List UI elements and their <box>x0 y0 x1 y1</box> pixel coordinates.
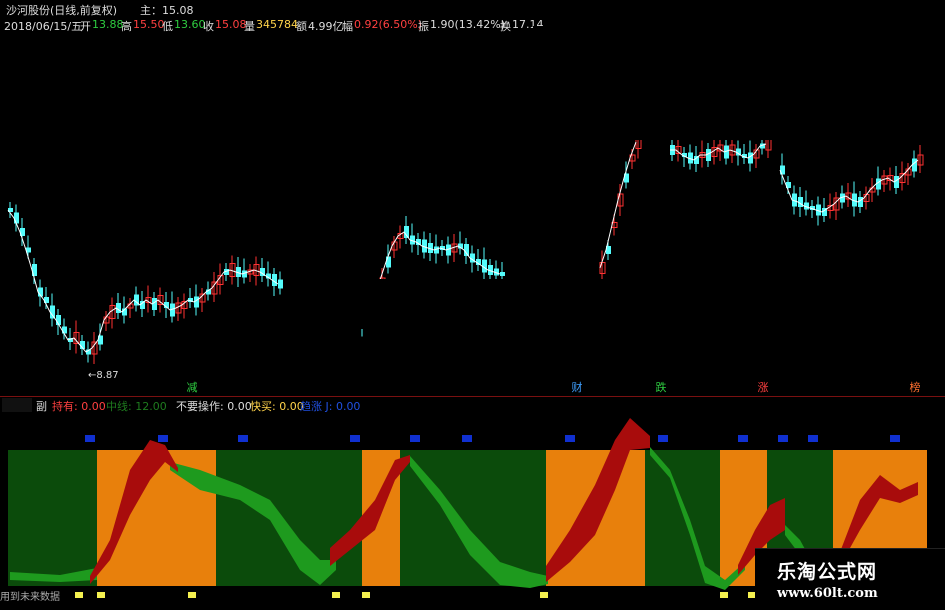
blue-signal-marker <box>238 435 248 442</box>
yellow-signal-marker <box>540 592 548 598</box>
yellow-signal-marker <box>720 592 728 598</box>
hold-zone <box>216 450 362 586</box>
blue-signal-marker <box>658 435 668 442</box>
fast-buy-label: 快买: 0.00 <box>250 400 304 413</box>
watermark-url: www.60lt.com <box>777 586 878 601</box>
trend-label: 趋涨 J: 0.00 <box>300 400 361 413</box>
blue-signal-marker <box>565 435 575 442</box>
blue-signal-marker <box>890 435 900 442</box>
blue-signal-marker <box>350 435 360 442</box>
blue-signal-marker <box>738 435 748 442</box>
blue-signal-marker <box>158 435 168 442</box>
blue-signal-marker <box>808 435 818 442</box>
yellow-signal-marker <box>97 592 105 598</box>
hold-zone <box>645 450 720 586</box>
yellow-signal-marker <box>362 592 370 598</box>
hold-label: 持有: 0.00 <box>52 400 106 413</box>
blue-signal-marker <box>85 435 95 442</box>
blue-signal-marker <box>462 435 472 442</box>
yellow-signal-marker <box>75 592 83 598</box>
no-op-label: 不要操作: 0.00 <box>176 400 252 413</box>
watermark-title: 乐淘公式网 <box>777 561 878 583</box>
yellow-signal-marker <box>188 592 196 598</box>
indicator-chart[interactable] <box>0 0 945 609</box>
future-data-note: 用到未来数据 <box>0 592 60 603</box>
watermark: 乐淘公式网 www.60lt.com <box>755 548 945 610</box>
indicator-name: 副 <box>36 400 47 413</box>
yellow-signal-marker <box>332 592 340 598</box>
hold-zone <box>8 450 97 586</box>
blue-signal-marker <box>410 435 420 442</box>
mid-label: 中线: 12.00 <box>106 400 167 413</box>
blue-signal-marker <box>778 435 788 442</box>
